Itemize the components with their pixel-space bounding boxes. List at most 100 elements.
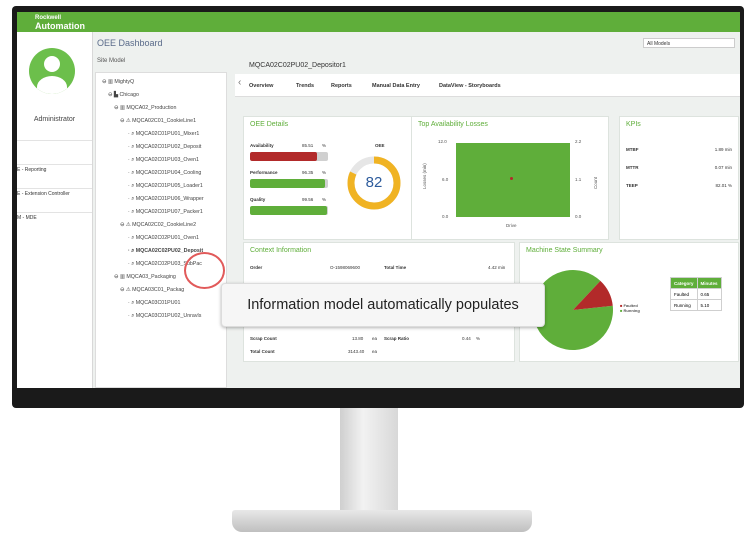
screen: Rockwell Automation Administrator E - Re… <box>17 12 740 388</box>
tree-node[interactable]: ⊖ ▥ MQCA02_Production <box>114 105 176 111</box>
avatar[interactable] <box>29 48 75 94</box>
tab-bar: ‹ Overview Trends Reports Manual Data En… <box>235 74 740 97</box>
x-label: Drive <box>506 223 517 228</box>
y-left-tick: 0.0 <box>442 214 449 219</box>
scrap-ratio-label: Scrap Ratio <box>384 336 410 341</box>
tree-node[interactable]: ⊖ ⚠ MQCA02C02_CookieLine2 <box>120 222 196 228</box>
scrap-count-value: 13.80 <box>352 336 364 341</box>
tree-node[interactable]: · ⌕ MQCA02C01PU01_Mixer1 <box>128 131 199 138</box>
sidebar-item-extension-controller[interactable]: E - Extension Controller <box>17 188 92 209</box>
logo-line2: Automation <box>35 21 85 31</box>
total-count-unit: ea <box>372 349 378 354</box>
sidebar-item-mde[interactable]: M - MDE <box>17 212 92 233</box>
top-bar: Rockwell Automation <box>17 12 740 32</box>
logo: Rockwell Automation <box>35 14 85 31</box>
tree-node[interactable]: ⊖ ⚠ MQCA03C01_Packag <box>120 287 184 293</box>
teep-label: TEEP <box>626 183 638 188</box>
breadcrumb: MQCA02C02PU02_Depositor1 <box>249 62 346 69</box>
total-count-value: 3143.40 <box>348 349 365 354</box>
tree-node[interactable]: · ⌕ MQCA02C01PU03_Oven1 <box>128 157 199 164</box>
oee-details-title: OEE Details <box>250 121 289 128</box>
tree-node[interactable]: ⊖ ▙ Chicago <box>108 92 139 98</box>
y-left-tick: 12.0 <box>438 139 447 144</box>
quality-value: 99.56 <box>302 197 314 202</box>
losses-data-point <box>510 177 513 180</box>
tree-node[interactable]: ⊖ ▥ MightyQ <box>102 79 134 85</box>
table-cell-minutes: 0.65 <box>696 288 722 300</box>
tree-node[interactable]: · ⌕ MQCA02C02PU01_Oven1 <box>128 235 199 242</box>
tree-node[interactable]: · ⌕ MQCA02C01PU06_Wrapper <box>128 196 204 203</box>
tree-node[interactable]: · ⌕ MQCA02C01PU02_Deposit <box>128 144 201 151</box>
tree-node-selected[interactable]: · ⌕ MQCA02C02PU02_Deposit <box>128 248 203 255</box>
pie-legend: ■ Faulted ■ Running <box>620 303 640 313</box>
model-select[interactable]: All Models <box>643 38 735 48</box>
mtbf-label: MTBF <box>626 147 639 152</box>
callout-banner: Information model automatically populate… <box>221 283 545 327</box>
quality-label: Quality <box>250 197 266 202</box>
y-left-tick: 6.0 <box>442 177 449 182</box>
page-title: OEE Dashboard <box>97 38 163 48</box>
table-cell-minutes: 5.10 <box>696 299 722 311</box>
order-label: Order <box>250 265 263 270</box>
site-model-tree: ⊖ ▥ MightyQ ⊖ ▙ Chicago ⊖ ▥ MQCA02_Produ… <box>95 72 227 388</box>
monitor-base <box>232 510 532 532</box>
performance-unit: % <box>322 170 327 175</box>
order-value: O-1598069600 <box>330 265 361 270</box>
sidebar-item-blank[interactable] <box>17 140 92 159</box>
y-right-label: Count <box>593 176 598 189</box>
tab-reports[interactable]: Reports <box>331 83 352 89</box>
tree-node[interactable]: · ⌕ MQCA02C01PU07_Packer1 <box>128 209 203 216</box>
availability-unit: % <box>322 143 327 148</box>
y-right-tick: 1.1 <box>575 177 582 182</box>
kpis-panel: KPIs MTBF 1.89 min MTTR 0.07 min TEEP 82… <box>619 116 739 240</box>
losses-title: Top Availability Losses <box>418 121 488 128</box>
tab-manual-data-entry[interactable]: Manual Data Entry <box>372 83 420 89</box>
oee-gauge-label: OEE <box>375 143 385 148</box>
user-name: Administrator <box>33 116 76 123</box>
performance-value: 96.35 <box>302 170 314 175</box>
mttr-value: 0.07 min <box>714 165 732 170</box>
availability-losses-panel: Top Availability Losses 12.0 6.0 0.0 Los… <box>411 116 609 240</box>
mtbf-value: 1.89 min <box>714 147 732 152</box>
tab-dataview-storyboards[interactable]: DataView - Storyboards <box>439 83 501 89</box>
table-cell-category: Running <box>670 299 698 311</box>
tab-overview[interactable]: Overview <box>249 83 273 89</box>
tree-node[interactable]: · ⌕ MQCA02C01PU05_Loader1 <box>128 183 203 190</box>
quality-unit: % <box>322 197 327 202</box>
sidebar: Administrator E - Reporting E - Extensio… <box>17 32 93 388</box>
chevron-left-icon[interactable]: ‹ <box>238 77 241 88</box>
mttr-label: MTTR <box>626 165 639 170</box>
scrap-ratio-unit: % <box>476 336 481 341</box>
scrap-ratio-value: 0.44 <box>462 336 471 341</box>
sidebar-item-reporting[interactable]: E - Reporting <box>17 164 92 185</box>
tree-node[interactable]: ⊖ ⚠ MQCA02C01_CookieLine1 <box>120 118 196 124</box>
table-row: Running 5.10 <box>670 299 722 311</box>
site-model-label: Site Model <box>97 58 126 64</box>
performance-label: Performance <box>250 170 278 175</box>
tree-node[interactable]: · ⌕ MQCA03C01PU01 <box>128 300 180 307</box>
machine-state-table: Category Minutes Faulted 0.65 Running 5.… <box>670 277 722 311</box>
table-header-minutes: Minutes <box>696 277 722 289</box>
table-header-category: Category <box>670 277 698 289</box>
table-row: Faulted 0.65 <box>670 288 722 300</box>
tree-node[interactable]: · ⌕ MQCA03C01PU02_Unravls <box>128 313 201 320</box>
scrap-count-unit: ea <box>372 336 378 341</box>
oee-details-panel: OEE Details Availability 85.51 % Perform… <box>243 116 418 240</box>
availability-value: 85.51 <box>302 143 314 148</box>
scrap-count-label: Scrap Count <box>250 336 277 341</box>
y-right-tick: 0.0 <box>575 214 582 219</box>
kpis-title: KPIs <box>626 121 641 128</box>
tab-trends[interactable]: Trends <box>296 83 314 89</box>
table-cell-category: Faulted <box>670 288 698 300</box>
oee-gauge-value: 82 <box>365 174 383 191</box>
quality-bar <box>250 206 328 215</box>
tree-node[interactable]: · ⌕ MQCA02C01PU04_Cooling <box>128 170 201 177</box>
tree-node[interactable]: ⊖ ▥ MQCA03_Packaging <box>114 274 176 280</box>
machine-state-title: Machine State Summary <box>526 247 603 254</box>
availability-bar <box>250 152 328 161</box>
monitor-stand <box>340 408 398 518</box>
selection-highlight-circle <box>184 252 225 289</box>
y-left-label: Losses (min) <box>422 163 427 189</box>
total-count-label: Total Count <box>250 349 275 354</box>
legend-running: Running <box>623 308 640 313</box>
